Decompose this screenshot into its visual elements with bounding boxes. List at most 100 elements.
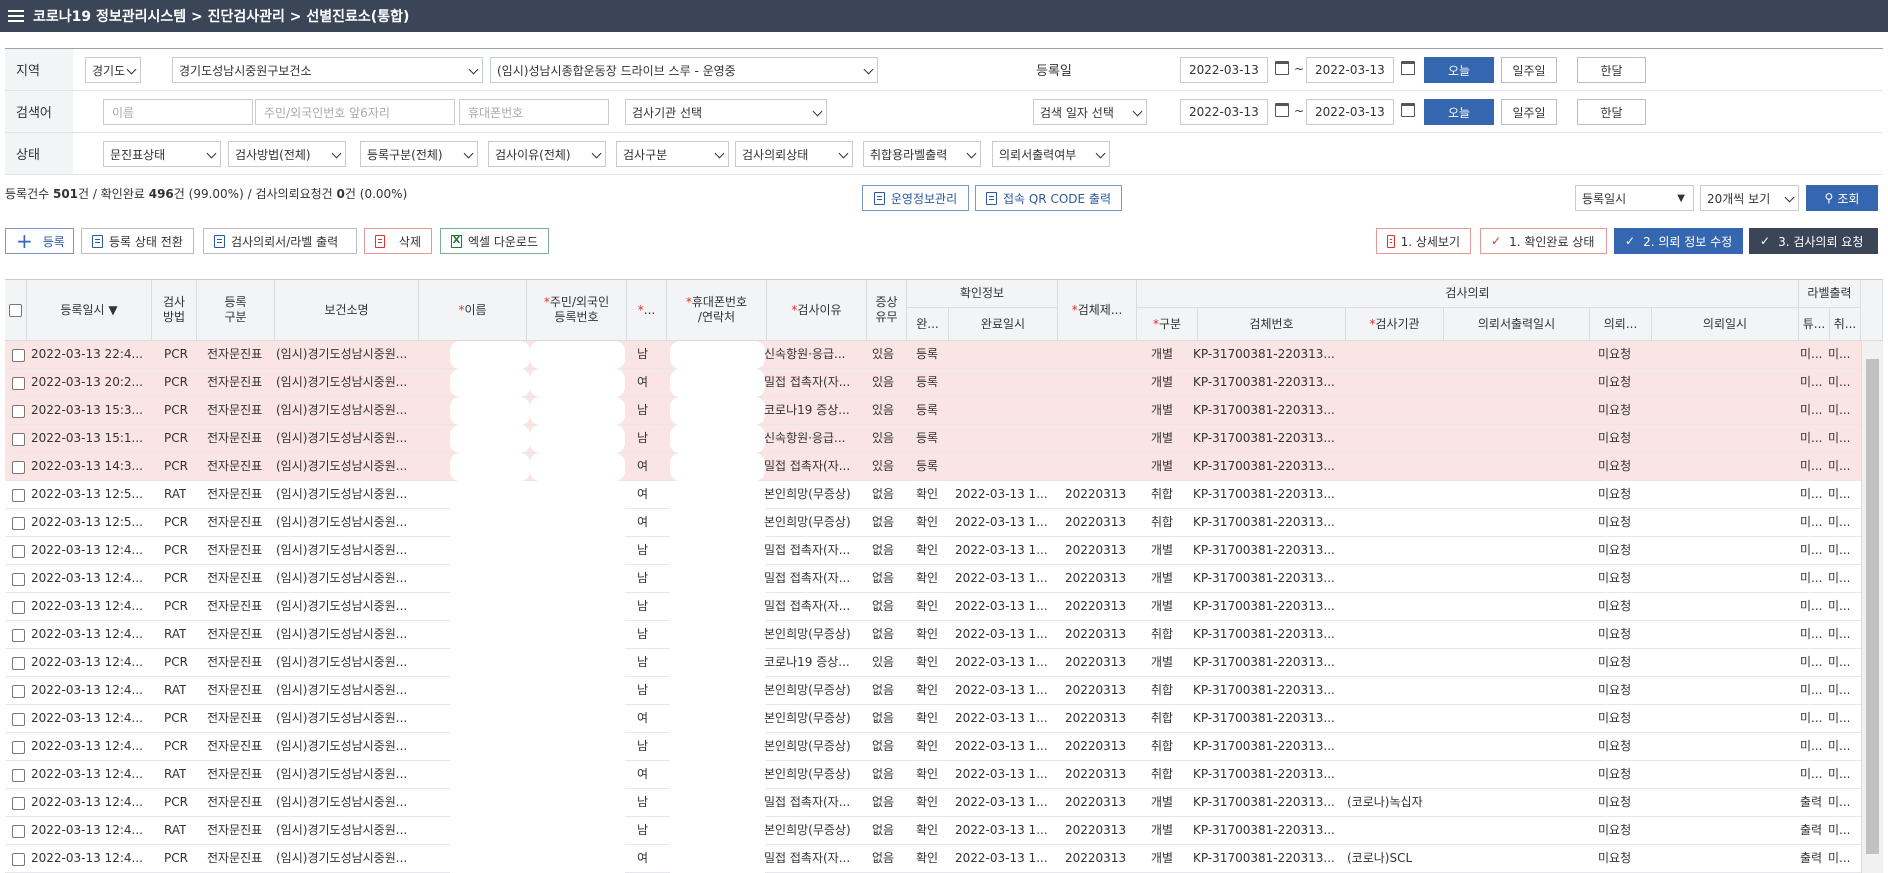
row-checkbox[interactable]	[12, 629, 25, 642]
row-checkbox[interactable]	[12, 713, 25, 726]
status-change-button[interactable]: 등록 상태 전환	[81, 228, 194, 254]
sort-select[interactable]: 등록일시 ▼	[1575, 185, 1694, 211]
cell-type: 취합	[1151, 683, 1174, 697]
row-checkbox[interactable]	[12, 405, 25, 418]
table-row[interactable]: 2022-03-13 12:4... PCR 전자문진표 (임시)경기도성남시중원..…	[5, 565, 1863, 593]
search-date-from-input[interactable]: 2022-03-13	[1180, 99, 1268, 125]
row-checkbox[interactable]	[12, 853, 25, 866]
test-reason-select[interactable]: 검사이유(전체)	[488, 141, 606, 167]
province-select[interactable]: 경기도	[85, 57, 141, 83]
header-reg-time[interactable]: 등록일시 ▼	[27, 280, 152, 341]
questionnaire-status-select[interactable]: 문진표상태	[103, 141, 221, 167]
row-checkbox[interactable]	[12, 489, 25, 502]
table-row[interactable]: 2022-03-13 12:4... PCR 전자문진표 (임시)경기도성남시중원..…	[5, 845, 1863, 873]
edit-request-button[interactable]: ✓ 2. 의뢰 정보 수정	[1614, 228, 1743, 254]
row-checkbox[interactable]	[12, 797, 25, 810]
table-row[interactable]: 2022-03-13 12:4... RAT 전자문진표 (임시)경기도성남시중원..…	[5, 817, 1863, 845]
table-row[interactable]: 2022-03-13 12:4... PCR 전자문진표 (임시)경기도성남시중원..…	[5, 537, 1863, 565]
search-month-button[interactable]: 한달	[1577, 99, 1646, 125]
table-row[interactable]: 2022-03-13 15:3... PCR 전자문진표 (임시)경기도성남시중원..…	[5, 397, 1863, 425]
search-today-button[interactable]: 오늘	[1424, 99, 1494, 125]
reg-date-to-input[interactable]: 2022-03-13	[1306, 57, 1394, 83]
table-row[interactable]: 2022-03-13 12:4... RAT 전자문진표 (임시)경기도성남시중원..…	[5, 621, 1863, 649]
table-row[interactable]: 2022-03-13 12:4... PCR 전자문진표 (임시)경기도성남시중원..…	[5, 789, 1863, 817]
request-status-select[interactable]: 검사의뢰상태	[735, 141, 853, 167]
cell-done-time: 2022-03-13 1...	[955, 711, 1048, 725]
cell-req-status: 미요청	[1598, 627, 1632, 641]
table-row[interactable]: 2022-03-13 12:5... RAT 전자문진표 (임시)경기도성남시중원..…	[5, 481, 1863, 509]
table-row[interactable]: 2022-03-13 20:2... PCR 전자문진표 (임시)경기도성남시중원..…	[5, 369, 1863, 397]
reg-month-button[interactable]: 한달	[1577, 57, 1646, 83]
calendar-icon[interactable]	[1275, 61, 1289, 75]
lab-select[interactable]: 검사기관 선택	[625, 99, 827, 125]
table-scrollbar[interactable]	[1861, 341, 1883, 873]
register-button[interactable]: + 등록	[5, 228, 74, 254]
reg-date-from-input[interactable]: 2022-03-13	[1180, 57, 1268, 83]
cell-type: 개별	[1151, 431, 1174, 445]
request-print-select[interactable]: 의뢰서출력여부	[992, 141, 1110, 167]
test-type-select[interactable]: 검사구분	[616, 141, 729, 167]
row-checkbox[interactable]	[12, 825, 25, 838]
row-checkbox[interactable]	[12, 545, 25, 558]
reg-today-button[interactable]: 오늘	[1424, 57, 1494, 83]
hamburger-menu-icon[interactable]	[8, 10, 24, 22]
cell-reason: 밀접 접촉자(자...	[764, 851, 851, 865]
clinic-select[interactable]: (임시)성남시종합운동장 드라이브 스루 - 운영중	[490, 57, 878, 83]
phone-input[interactable]: 휴대폰번호	[459, 99, 609, 125]
health-center-select[interactable]: 경기도성남시중원구보건소	[172, 57, 483, 83]
table-row[interactable]: 2022-03-13 14:3... PCR 전자문진표 (임시)경기도성남시중원..…	[5, 453, 1863, 481]
table-row[interactable]: 2022-03-13 12:4... PCR 전자문진표 (임시)경기도성남시중원..…	[5, 593, 1863, 621]
row-checkbox[interactable]	[12, 657, 25, 670]
select-all-checkbox[interactable]	[9, 303, 22, 317]
delete-button[interactable]: 삭제	[364, 228, 432, 254]
search-button[interactable]: ⚲ 조회	[1806, 185, 1878, 211]
table-row[interactable]: 2022-03-13 12:4... RAT 전자문진표 (임시)경기도성남시중원..…	[5, 761, 1863, 789]
calendar-icon[interactable]	[1275, 103, 1289, 117]
cell-label-tube: 미...	[1800, 571, 1823, 585]
label-print-select[interactable]: 취합용라벨출력	[863, 141, 981, 167]
select-all-header	[5, 280, 27, 341]
reg-week-button[interactable]: 일주일	[1501, 57, 1557, 83]
row-checkbox[interactable]	[12, 461, 25, 474]
table-row[interactable]: 2022-03-13 12:4... RAT 전자문진표 (임시)경기도성남시중원..…	[5, 677, 1863, 705]
table-row[interactable]: 2022-03-13 12:4... PCR 전자문진표 (임시)경기도성남시중원..…	[5, 649, 1863, 677]
row-checkbox[interactable]	[12, 769, 25, 782]
ops-info-button[interactable]: 운영정보관리	[862, 185, 969, 211]
cell-type: 취합	[1151, 487, 1174, 501]
row-checkbox[interactable]	[12, 601, 25, 614]
cell-specimen-no: KP-31700381-220313...	[1193, 543, 1335, 557]
row-checkbox[interactable]	[12, 685, 25, 698]
table-row[interactable]: 2022-03-13 22:4... PCR 전자문진표 (임시)경기도성남시중원..…	[5, 341, 1863, 369]
name-input[interactable]: 이름	[103, 99, 253, 125]
scrollbar-thumb[interactable]	[1866, 359, 1879, 854]
header-spacer	[1861, 280, 1883, 341]
id-number-input[interactable]: 주민/외국인번호 앞6자리	[255, 99, 455, 125]
row-checkbox[interactable]	[12, 741, 25, 754]
row-checkbox[interactable]	[12, 433, 25, 446]
table-row[interactable]: 2022-03-13 12:4... PCR 전자문진표 (임시)경기도성남시중원..…	[5, 705, 1863, 733]
table-row[interactable]: 2022-03-13 12:5... PCR 전자문진표 (임시)경기도성남시중원..…	[5, 509, 1863, 537]
confirm-status-button[interactable]: ✓ 1. 확인완료 상태	[1480, 228, 1607, 254]
page-size-select[interactable]: 20개씩 보기	[1700, 185, 1799, 211]
request-test-button[interactable]: ✓ 3. 검사의뢰 요청	[1749, 228, 1878, 254]
cell-label-pool: 미...	[1828, 683, 1851, 697]
search-week-button[interactable]: 일주일	[1501, 99, 1557, 125]
cell-specimen-no: KP-31700381-220313...	[1193, 795, 1335, 809]
calendar-icon[interactable]	[1401, 103, 1415, 117]
row-checkbox[interactable]	[12, 377, 25, 390]
qr-print-button[interactable]: 접속 QR CODE 출력	[975, 185, 1122, 211]
table-row[interactable]: 2022-03-13 12:4... PCR 전자문진표 (임시)경기도성남시중원..…	[5, 733, 1863, 761]
row-checkbox[interactable]	[12, 573, 25, 586]
redaction-mask	[670, 845, 765, 873]
table-row[interactable]: 2022-03-13 15:1... PCR 전자문진표 (임시)경기도성남시중원..…	[5, 425, 1863, 453]
search-date-to-input[interactable]: 2022-03-13	[1306, 99, 1394, 125]
reg-type-select[interactable]: 등록구분(전체)	[360, 141, 478, 167]
calendar-icon[interactable]	[1401, 61, 1415, 75]
search-date-select[interactable]: 검색 일자 선택	[1033, 99, 1147, 125]
test-method-select[interactable]: 검사방법(전체)	[228, 141, 346, 167]
detail-button[interactable]: 1. 상세보기	[1376, 228, 1471, 254]
row-checkbox[interactable]	[12, 349, 25, 362]
print-label-button[interactable]: 검사의뢰서/라벨 출력	[203, 228, 357, 254]
excel-download-button[interactable]: X 엑셀 다운로드	[440, 228, 549, 254]
row-checkbox[interactable]	[12, 517, 25, 530]
